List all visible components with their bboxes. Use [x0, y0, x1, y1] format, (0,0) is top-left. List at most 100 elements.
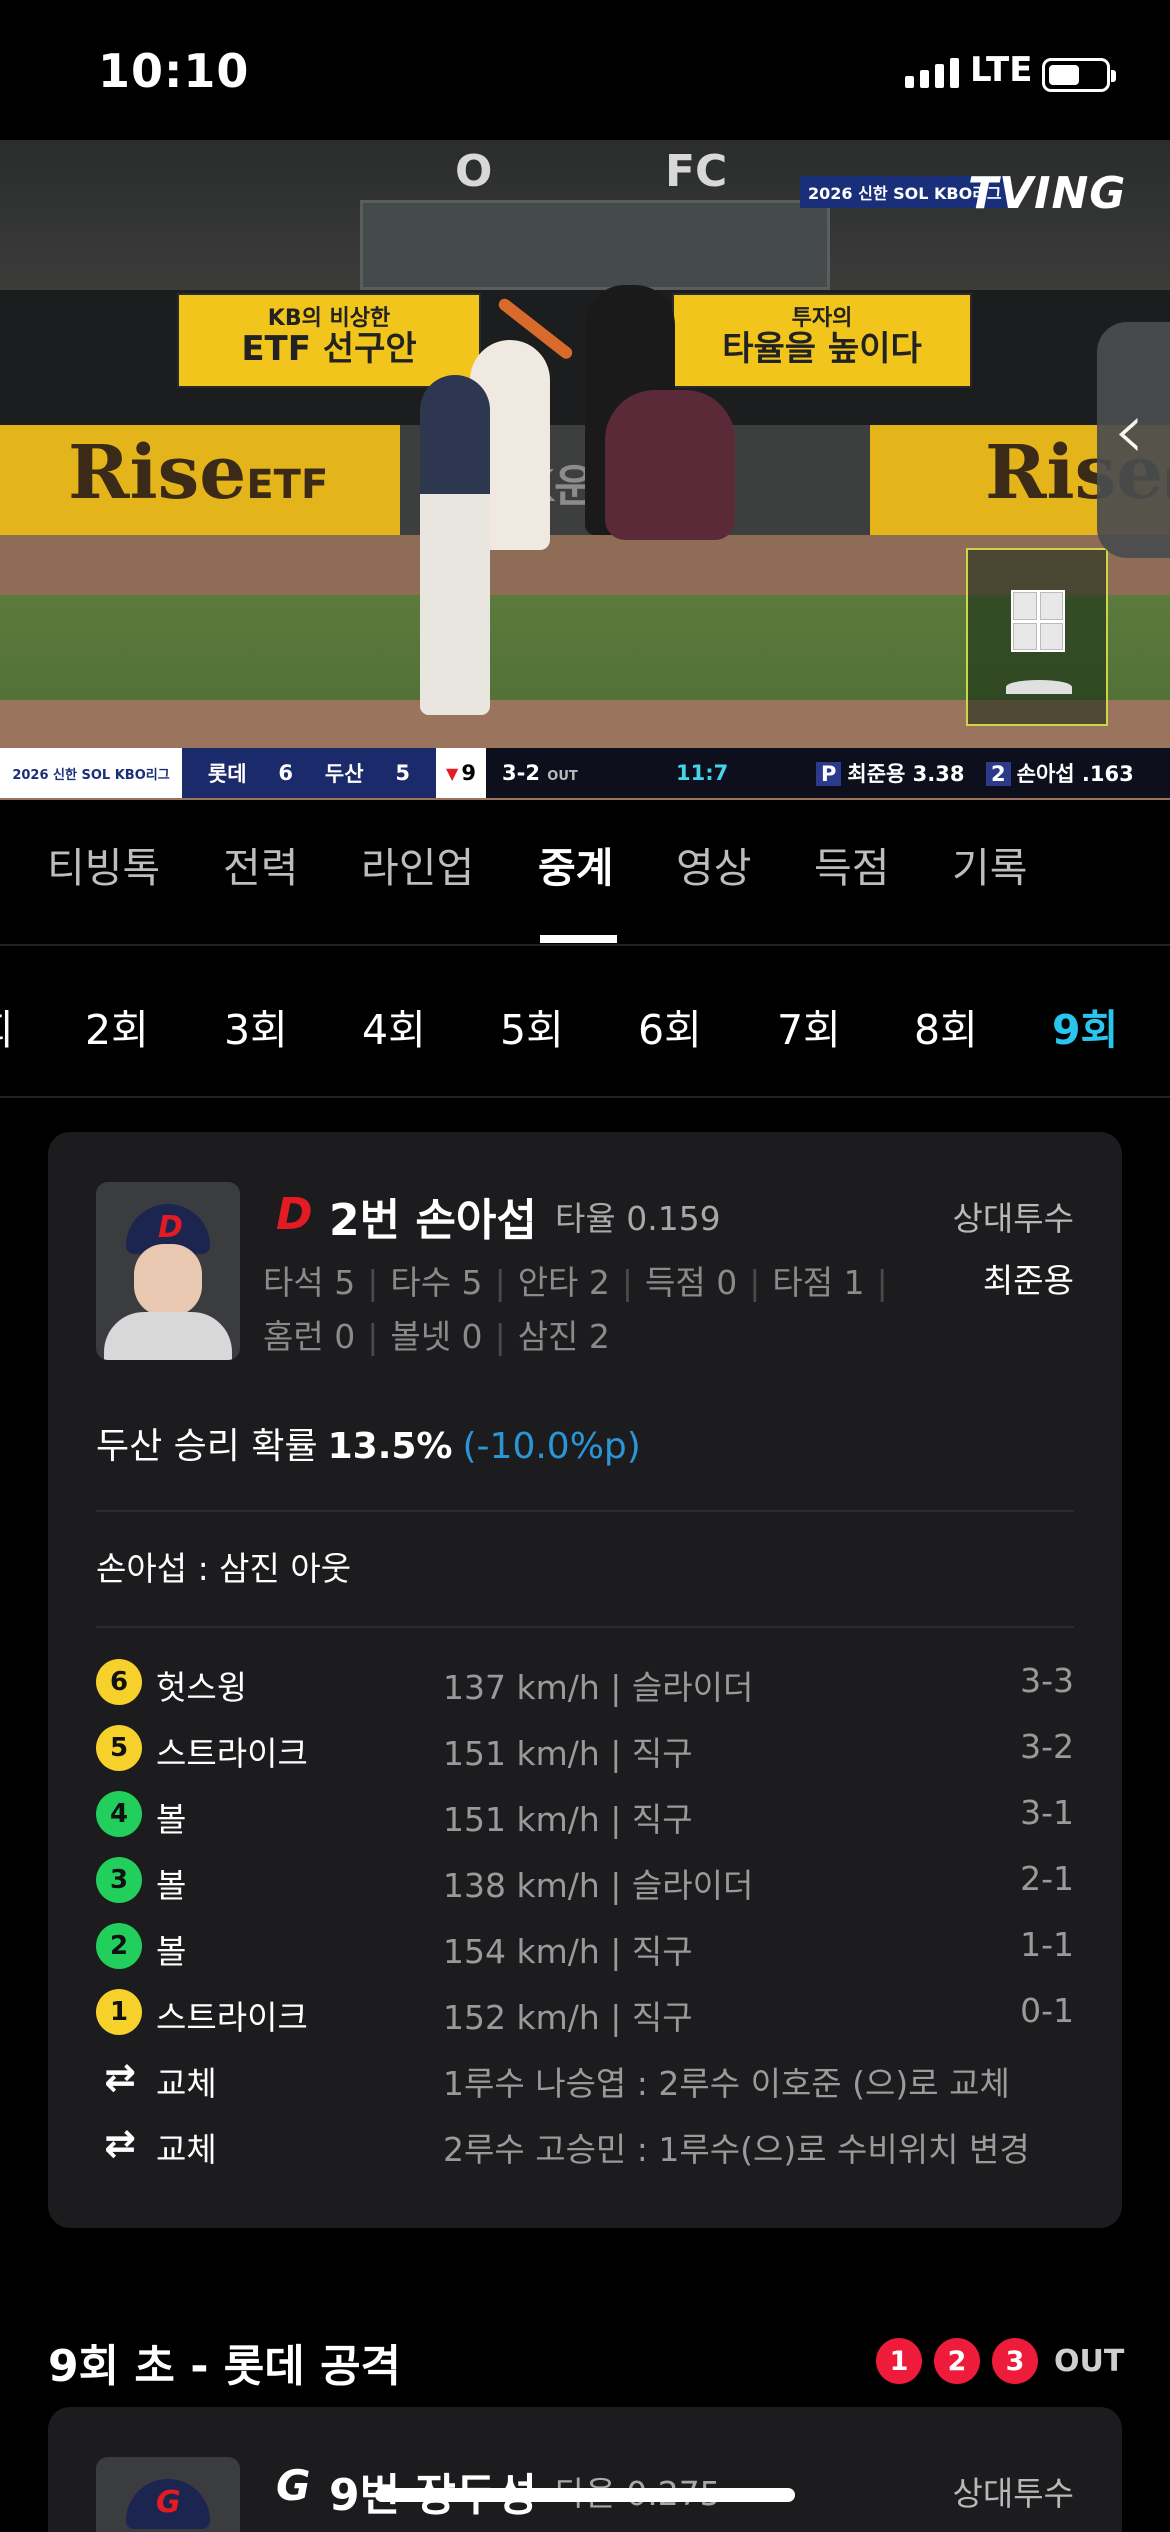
out-indicator: 1 2 3 OUT — [876, 2338, 1124, 2384]
broadcast-booth — [360, 200, 830, 290]
pitch-number-badge: 5 — [96, 1725, 142, 1771]
lotte-logo-icon: G — [276, 2461, 311, 2510]
scorebar-batter: 2 손아섭 .163 — [986, 758, 1134, 788]
scorebar-teams: 롯데 6 두산 5 — [182, 748, 436, 798]
pitch-number-badge: 2 — [96, 1923, 142, 1969]
ad-board-kb: KB의 비상한 ETF 선구안 — [177, 293, 481, 388]
pitch-detail: 137 km/h | 슬라이더 — [443, 1668, 754, 1707]
scorebar-pitcher: P 최준용 3.38 — [816, 758, 986, 788]
at-bat-result: 손아섭 : 삼진 아웃 — [96, 1549, 352, 1588]
scorebar-pitch-count: 11:7 — [676, 761, 729, 785]
away-score: 6 — [278, 761, 294, 785]
batter-average: 타율 0.159 — [555, 1199, 721, 1238]
pitch-result: 볼 — [156, 1866, 187, 1905]
tab-records[interactable]: 기록 — [952, 834, 1027, 894]
tab-lineup[interactable]: 라인업 — [361, 834, 474, 894]
out-label: OUT — [1054, 2343, 1125, 2379]
inning-4[interactable]: 4회 — [362, 996, 426, 1056]
pitch-event-row: ⇄ 교체 1루수 나승엽 : 2루수 이호준 (으)로 교체 — [96, 2053, 1074, 2103]
pitch-event-row: 4 볼 151 km/h | 직구 3-1 — [96, 1789, 1074, 1839]
inning-selector: 1회 2회 3회 4회 5회 6회 7회 8회 9회 — [0, 946, 1170, 1098]
pitch-detail: 1루수 나승엽 : 2루수 이호준 (으)로 교체 — [443, 2064, 1010, 2103]
inning-7[interactable]: 7회 — [777, 996, 841, 1056]
home-score: 5 — [395, 761, 411, 785]
ball-strike-count: 1-1 — [1020, 1925, 1074, 1964]
pitch-detail: 154 km/h | 직구 — [443, 1932, 693, 1971]
out-badge: 3 — [992, 2338, 1038, 2384]
stadium-sign-letter: FC — [665, 146, 728, 197]
catcher-figure — [605, 390, 735, 540]
inning-3[interactable]: 3회 — [224, 996, 288, 1056]
chevron-left-icon: ‹ — [1113, 384, 1145, 477]
avatar — [96, 1182, 240, 1360]
status-bar: 10:10 LTE — [0, 0, 1170, 140]
tving-logo: TVING — [968, 168, 1127, 219]
inning-5[interactable]: 5회 — [500, 996, 564, 1056]
home-indicator[interactable] — [375, 2488, 795, 2502]
batter-stats-line1: 타석 5 | 타수 5 | 안타 2 | 득점 0 | 타점 1 | — [263, 1263, 888, 1302]
pitch-event-row: 3 볼 138 km/h | 슬라이더 2-1 — [96, 1855, 1074, 1905]
tab-live[interactable]: 중계 — [538, 834, 613, 894]
ball-strike-count: 3-2 — [1020, 1727, 1074, 1766]
avatar — [96, 2457, 240, 2532]
status-time: 10:10 — [98, 44, 250, 98]
home-team: 두산 — [324, 762, 364, 786]
scoreboard-strip: 2026 신한 SOL KBO리그 롯데 6 두산 5 ▼ 9 3-2 OUT 1… — [0, 748, 1170, 798]
tab-tving-talk[interactable]: 티빙톡 — [47, 834, 160, 894]
inning-8[interactable]: 8회 — [914, 996, 978, 1056]
pitch-event-row: 6 헛스윙 137 km/h | 슬라이더 3-3 — [96, 1657, 1074, 1707]
pitch-number-badge: 1 — [96, 1989, 142, 2035]
pitch-detail: 152 km/h | 직구 — [443, 1998, 693, 2037]
ad-rise-left: RiseETF — [68, 430, 329, 516]
win-probability: 두산 승리 확률 13.5% (-10.0%p) — [96, 1426, 641, 1467]
ball-strike-count: 3-3 — [1020, 1661, 1074, 1700]
video-player[interactable]: O FC KB의 비상한 ETF 선구안 투자의 타율을 높이다 RiseETF K… — [0, 140, 1170, 800]
active-tab-indicator — [540, 935, 617, 943]
inning-2[interactable]: 2회 — [85, 996, 149, 1056]
at-bat-card: G 9번 장두성 타율 0.275 상대투수 — [48, 2407, 1122, 2532]
out-badge: 2 — [934, 2338, 980, 2384]
at-bat-card: D 2번 손아섭 타율 0.159 상대투수 최준용 타석 5|타수 5|안타 … — [48, 1132, 1122, 2228]
side-panel-handle[interactable]: ‹ — [1097, 322, 1170, 558]
inning-6[interactable]: 6회 — [638, 996, 702, 1056]
pitch-result: 스트라이크 — [156, 1998, 308, 2037]
pitch-event-row: ⇄ 교체 2루수 고승민 : 1루수(으)로 수비위치 변경 — [96, 2119, 1074, 2169]
pitch-detail: 151 km/h | 직구 — [443, 1800, 693, 1839]
ball-strike-count: 0-1 — [1020, 1991, 1074, 2030]
ball-strike-count: 2-1 — [1020, 1859, 1074, 1898]
pitch-number-badge: 6 — [96, 1659, 142, 1705]
pitch-detail: 151 km/h | 직구 — [443, 1734, 693, 1773]
strike-zone-overlay — [966, 548, 1108, 726]
pitch-result: 헛스윙 — [156, 1668, 248, 1707]
inning-1[interactable]: 1회 — [0, 996, 14, 1056]
pitch-result: 교체 — [156, 2064, 217, 2103]
swap-icon: ⇄ — [104, 2055, 136, 2099]
battery-icon — [1042, 58, 1116, 92]
pitch-result: 볼 — [156, 1800, 187, 1839]
divider — [96, 1510, 1074, 1512]
network-label: LTE — [970, 50, 1033, 90]
batter-name: 2번 손아섭 — [329, 1195, 537, 1246]
swap-icon: ⇄ — [104, 2121, 136, 2165]
pitch-result: 교체 — [156, 2130, 217, 2169]
tab-video[interactable]: 영상 — [676, 834, 751, 894]
pitch-number-badge: 3 — [96, 1857, 142, 1903]
pitch-event-row: 5 스트라이크 151 km/h | 직구 3-2 — [96, 1723, 1074, 1773]
scorebar-count: 3-2 OUT — [502, 761, 578, 785]
opposing-pitcher-label: 상대투수 — [952, 1199, 1074, 1238]
ad-board-invest: 투자의 타율을 높이다 — [672, 293, 972, 388]
tab-scoring[interactable]: 득점 — [814, 834, 889, 894]
pitch-event-row: 1 스트라이크 152 km/h | 직구 0-1 — [96, 1987, 1074, 2037]
scorebar-inning: ▼ 9 — [436, 748, 486, 798]
opposing-pitcher-label: 상대투수 — [952, 2474, 1074, 2513]
inning-half-icon: ▼ — [446, 763, 459, 783]
pitch-detail: 138 km/h | 슬라이더 — [443, 1866, 754, 1905]
inning-9[interactable]: 9회 — [1052, 996, 1118, 1056]
tab-strength[interactable]: 전력 — [223, 834, 298, 894]
opposing-pitcher-name[interactable]: 최준용 — [983, 1254, 1074, 1302]
pitch-detail: 2루수 고승민 : 1루수(으)로 수비위치 변경 — [443, 2130, 1030, 2169]
pitch-result: 스트라이크 — [156, 1734, 308, 1773]
batter-stats-line2: 홈런 0 | 볼넷 0 | 삼진 2 — [263, 1317, 610, 1356]
out-badge: 1 — [876, 2338, 922, 2384]
stadium-sign-letter: O — [455, 146, 493, 197]
